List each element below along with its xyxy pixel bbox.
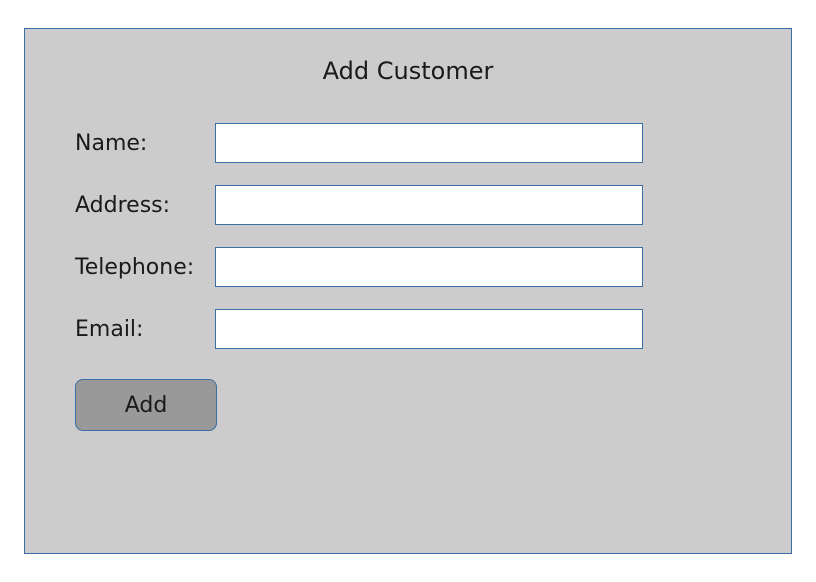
address-input[interactable] <box>215 185 643 225</box>
add-button[interactable]: Add <box>75 379 217 431</box>
address-label: Address: <box>75 193 215 218</box>
email-input[interactable] <box>215 309 643 349</box>
name-input[interactable] <box>215 123 643 163</box>
form-title: Add Customer <box>25 57 791 85</box>
field-row-telephone: Telephone: <box>75 247 741 287</box>
field-row-email: Email: <box>75 309 741 349</box>
field-row-address: Address: <box>75 185 741 225</box>
telephone-label: Telephone: <box>75 255 215 280</box>
add-customer-panel: Add Customer Name: Address: Telephone: E… <box>24 28 792 554</box>
form-area: Name: Address: Telephone: Email: Add <box>25 123 791 431</box>
email-label: Email: <box>75 317 215 342</box>
button-row: Add <box>75 379 741 431</box>
field-row-name: Name: <box>75 123 741 163</box>
name-label: Name: <box>75 131 215 156</box>
telephone-input[interactable] <box>215 247 643 287</box>
